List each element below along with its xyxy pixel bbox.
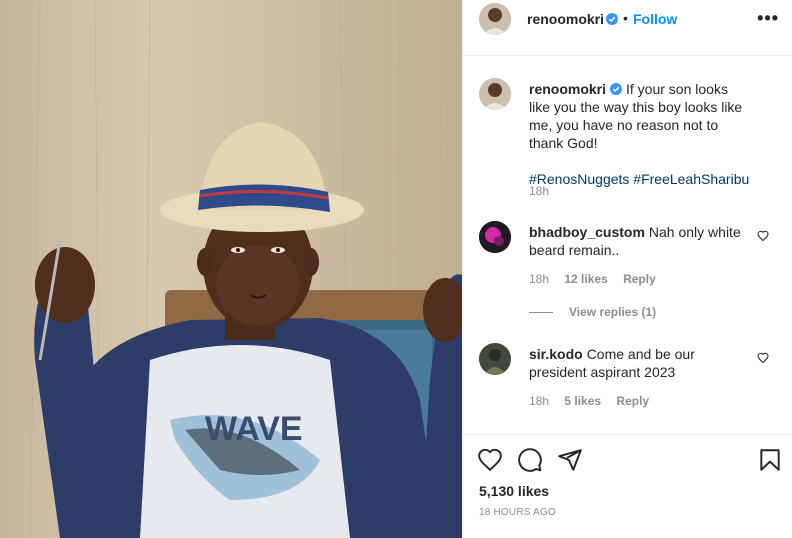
- post-timestamp[interactable]: 18 HOURS AGO: [479, 507, 556, 518]
- verified-badge-icon: [606, 13, 618, 25]
- heart-icon[interactable]: [477, 447, 503, 473]
- comment-meta: 18h 5 likes Reply: [529, 394, 661, 408]
- divider: [529, 312, 553, 314]
- likes-count[interactable]: 5,130 likes: [479, 483, 549, 499]
- comments-list[interactable]: renoomokri If your son looks like you the…: [463, 56, 792, 434]
- avatar[interactable]: [479, 78, 511, 110]
- comment-likes[interactable]: 12 likes: [564, 272, 607, 286]
- post-photo: WAVE: [0, 0, 462, 538]
- comment-icon[interactable]: [517, 447, 543, 473]
- follow-button[interactable]: Follow: [633, 11, 677, 27]
- avatar-image: [479, 221, 511, 253]
- comment-time[interactable]: 18h: [529, 272, 549, 286]
- reply-button[interactable]: Reply: [616, 394, 649, 408]
- avatar-image: [479, 3, 511, 35]
- caption-time[interactable]: 18h: [529, 184, 549, 198]
- post-actions: 5,130 likes 18 HOURS AGO: [463, 434, 792, 538]
- share-icon[interactable]: [557, 447, 583, 473]
- comment-meta: 18h 12 likes Reply: [529, 272, 668, 286]
- more-options-icon[interactable]: •••: [757, 8, 779, 29]
- caption-username[interactable]: renoomokri: [529, 81, 606, 97]
- avatar[interactable]: [479, 343, 511, 375]
- reply-button[interactable]: Reply: [623, 272, 656, 286]
- view-replies-label: View replies (1): [569, 305, 657, 319]
- verified-badge-icon: [610, 83, 623, 95]
- comment-username[interactable]: sir.kodo: [529, 346, 583, 362]
- comment-likes[interactable]: 5 likes: [564, 394, 601, 408]
- avatar[interactable]: [479, 3, 511, 35]
- comment-time[interactable]: 18h: [529, 394, 549, 408]
- post-image: WAVE: [29, 0, 462, 538]
- heart-icon[interactable]: [757, 352, 769, 364]
- caption-meta: 18h: [529, 184, 561, 198]
- comment-text-block: sir.kodo Come and be our president aspira…: [529, 345, 751, 381]
- bookmark-icon[interactable]: [757, 447, 783, 473]
- separator-dot: •: [623, 10, 628, 26]
- view-replies-button[interactable]: View replies (1): [529, 305, 656, 319]
- avatar-image: [479, 78, 511, 110]
- author-username[interactable]: renoomokri: [527, 11, 604, 27]
- avatar[interactable]: [479, 221, 511, 253]
- comment-username[interactable]: bhadboy_custom: [529, 224, 645, 240]
- post-detail-panel: renoomokri • Follow ••• renoomokri If you…: [462, 0, 792, 538]
- shirt-text: WAVE: [205, 410, 303, 448]
- caption-text-block: renoomokri If your son looks like you the…: [529, 80, 751, 188]
- comment-text-block: bhadboy_custom Nah only white beard remai…: [529, 223, 751, 259]
- heart-icon[interactable]: [757, 230, 769, 242]
- avatar-image: [479, 343, 511, 375]
- post-header: renoomokri • Follow •••: [463, 0, 792, 56]
- caption-hashtags[interactable]: #RenosNuggets #FreeLeahSharibu: [529, 170, 751, 188]
